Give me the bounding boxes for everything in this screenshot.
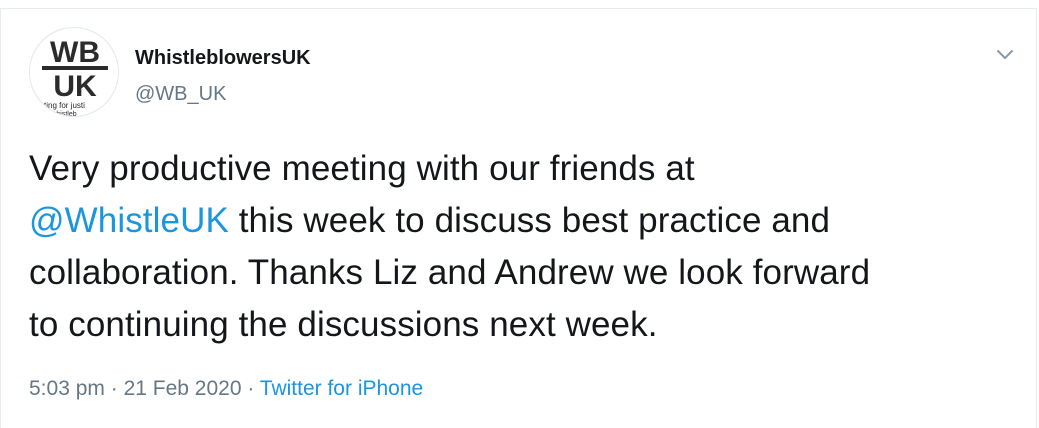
logo-tagline-2: whistleb — [50, 111, 76, 117]
author-display-name[interactable]: WhistleblowersUK — [135, 47, 311, 70]
tweet-source-link[interactable]: Twitter for iPhone — [260, 377, 423, 400]
mention-link[interactable]: @WhistleUK — [29, 201, 229, 240]
tweet-text-line-2: @WhistleUK this week to discuss best pra… — [29, 195, 1019, 247]
tweet-meta: 5:03 pm · 21 Feb 2020 · Twitter for iPho… — [29, 377, 423, 401]
tweet-date[interactable]: 21 Feb 2020 — [124, 377, 242, 400]
author-handle[interactable]: @WB_UK — [135, 83, 226, 106]
tweet-text: Very productive meeting with our friends… — [29, 143, 1019, 351]
tweet-menu-button[interactable] — [993, 43, 1017, 67]
chevron-down-icon — [997, 50, 1013, 59]
logo-tagline-1: ghting for justi — [35, 101, 85, 110]
logo-top-text: WB — [50, 36, 100, 69]
tweet-text-line-1: Very productive meeting with our friends… — [29, 149, 695, 188]
meta-separator: · — [241, 377, 260, 400]
avatar[interactable]: WB UK ghting for justi whistleb — [29, 27, 119, 117]
meta-separator: · — [104, 377, 124, 400]
tweet-text-line-2-rest: this week to discuss best practice and — [228, 201, 831, 240]
logo-bottom-text: UK — [53, 70, 97, 103]
whistleblowers-logo-icon: WB UK ghting for justi whistleb — [35, 36, 108, 117]
tweet-card: WB UK ghting for justi whistleb Whistleb… — [0, 8, 1037, 428]
tweet-time[interactable]: 5:03 pm — [29, 377, 105, 400]
tweet-text-line-4: to continuing the discussions next week. — [29, 305, 658, 344]
tweet-text-line-3: collaboration. Thanks Liz and Andrew we … — [29, 253, 871, 292]
